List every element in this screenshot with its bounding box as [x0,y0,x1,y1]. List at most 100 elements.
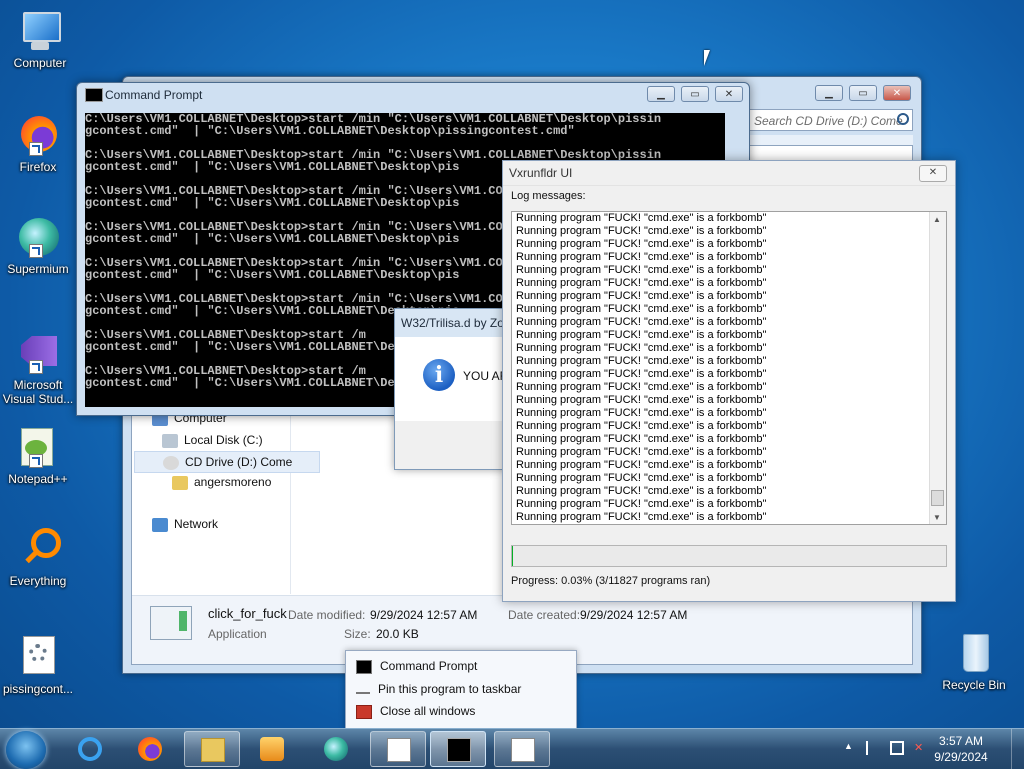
minimize-button[interactable]: ▁ [647,86,675,102]
vxrunfldr-window[interactable]: Vxrunfldr UI ✕ Log messages: Running pro… [502,160,956,602]
taskbar-app-window-1[interactable] [370,731,426,767]
network-icon[interactable] [890,741,904,755]
desktop-icon-firefox[interactable]: Firefox [0,112,76,174]
nav-item-local-disk[interactable]: Local Disk (C:) [162,430,263,450]
log-row: Running program "FUCK! "cmd.exe" is a fo… [516,368,926,381]
desktop-icon-everything[interactable]: Everything [0,526,76,588]
nav-item-network[interactable]: Network [152,514,218,534]
network-icon [152,518,168,532]
action-center-flag-icon[interactable] [866,741,880,755]
start-button[interactable] [6,731,46,769]
maximize-button[interactable]: ▭ [849,85,877,101]
jumplist-item-command-prompt[interactable]: Command Prompt [356,656,477,676]
firefox-icon [138,737,162,761]
log-row: Running program "FUCK! "cmd.exe" is a fo… [516,277,926,290]
log-row: Running program "FUCK! "cmd.exe" is a fo… [516,498,926,511]
taskbar-jump-list[interactable]: Command Prompt Pin this program to taskb… [345,650,577,730]
cd-drive-icon [163,456,179,470]
log-row: Running program "FUCK! "cmd.exe" is a fo… [516,290,926,303]
folder-icon [201,738,225,762]
close-button[interactable]: ✕ [883,85,911,101]
info-icon: i [423,359,455,391]
close-button[interactable]: ✕ [919,165,947,182]
log-row: Running program "FUCK! "cmd.exe" is a fo… [516,342,926,355]
window-title: Vxrunfldr UI [503,161,955,186]
minimize-button[interactable]: ▁ [815,85,843,101]
system-clock[interactable]: 3:57 AM 9/29/2024 [926,733,996,765]
desktop-icon-label: Microsoft Visual Stud... [0,378,76,406]
mouse-cursor-icon [704,50,710,66]
size-value: 20.0 KB [376,627,419,641]
console-line: gcontest.cmd" | "C:\Users\VM1.COLLABNET\… [85,125,725,137]
log-row: Running program "FUCK! "cmd.exe" is a fo… [516,511,926,524]
desktop-icon-computer[interactable]: Computer [2,8,78,70]
internet-explorer-icon [78,737,102,761]
nav-item-folder[interactable]: angersmoreno [172,472,271,492]
taskbar-app-window-2[interactable] [494,731,550,767]
window-title: Command Prompt [105,88,202,102]
taskbar-media-player[interactable] [244,731,300,767]
taskbar-supermium[interactable] [308,731,364,767]
log-rows: Running program "FUCK! "cmd.exe" is a fo… [516,212,926,524]
show-desktop-button[interactable] [1011,729,1024,769]
log-row: Running program "FUCK! "cmd.exe" is a fo… [516,251,926,264]
scroll-down-icon[interactable]: ▼ [933,513,941,522]
show-hidden-icons[interactable]: ▲ [844,741,858,755]
log-row: Running program "FUCK! "cmd.exe" is a fo… [516,355,926,368]
log-row: Running program "FUCK! "cmd.exe" is a fo… [516,459,926,472]
jumplist-item-close-all[interactable]: Close all windows [356,701,475,721]
progress-bar [511,545,947,567]
file-type: Application [208,627,267,641]
close-button[interactable]: ✕ [715,86,743,102]
search-input[interactable]: Search CD Drive (D:) Come get some! [749,109,913,131]
log-list[interactable]: Running program "FUCK! "cmd.exe" is a fo… [511,211,947,525]
everything-icon [15,526,61,572]
desktop-icon-label: Everything [0,574,76,588]
batch-file-icon [15,634,61,680]
desktop-icon-label: Notepad++ [0,472,76,486]
supermium-icon [324,737,348,761]
firefox-icon [15,112,61,158]
shortcut-arrow-icon [29,142,43,156]
application-icon [511,738,535,762]
computer-icon [17,8,63,54]
desktop-icon-notepadpp[interactable]: Notepad++ [0,424,76,486]
maximize-button[interactable]: ▭ [681,86,709,102]
message-dialog[interactable]: W32/Trilisa.d by Zo i YOU AR [394,308,508,470]
jumplist-item-pin[interactable]: Pin this program to taskbar [356,679,521,699]
log-row: Running program "FUCK! "cmd.exe" is a fo… [516,407,926,420]
log-row: Running program "FUCK! "cmd.exe" is a fo… [516,381,926,394]
application-icon [150,606,192,640]
desktop-icon-recycle-bin[interactable]: Recycle Bin [936,630,1012,692]
nav-item-cd-drive[interactable]: CD Drive (D:) Come [134,451,320,473]
log-row: Running program "FUCK! "cmd.exe" is a fo… [516,238,926,251]
search-icon[interactable] [897,113,909,125]
taskbar-command-prompt[interactable] [430,731,486,767]
pin-icon [356,686,370,694]
folder-icon [172,476,188,490]
scroll-thumb[interactable] [931,490,944,506]
cmd-icon [447,738,471,762]
log-label: Log messages: [511,190,586,202]
taskbar-explorer[interactable] [184,731,240,767]
close-icon [356,705,372,719]
shortcut-arrow-icon [29,244,43,258]
notepadpp-icon [15,424,61,470]
scroll-up-icon[interactable]: ▲ [933,215,941,224]
media-player-icon [260,737,284,761]
log-scrollbar[interactable]: ▲ ▼ [929,212,946,524]
dialog-body: i YOU AR [395,337,507,421]
log-row: Running program "FUCK! "cmd.exe" is a fo… [516,303,926,316]
date-modified-value: 9/29/2024 12:57 AM [370,608,477,622]
taskbar-firefox[interactable] [122,731,178,767]
desktop-icon-pissingcontest[interactable]: pissingcont... [0,634,76,696]
taskbar-internet-explorer[interactable] [62,731,118,767]
cmd-icon [85,88,103,102]
application-icon [387,738,411,762]
desktop-icon-label: Computer [2,56,78,70]
shortcut-arrow-icon [29,360,43,374]
desktop-icon-visual-studio[interactable]: Microsoft Visual Stud... [0,330,76,406]
desktop-icon-supermium[interactable]: Supermium [0,214,76,276]
log-row: Running program "FUCK! "cmd.exe" is a fo… [516,316,926,329]
date-modified-label: Date modified: [288,608,365,622]
